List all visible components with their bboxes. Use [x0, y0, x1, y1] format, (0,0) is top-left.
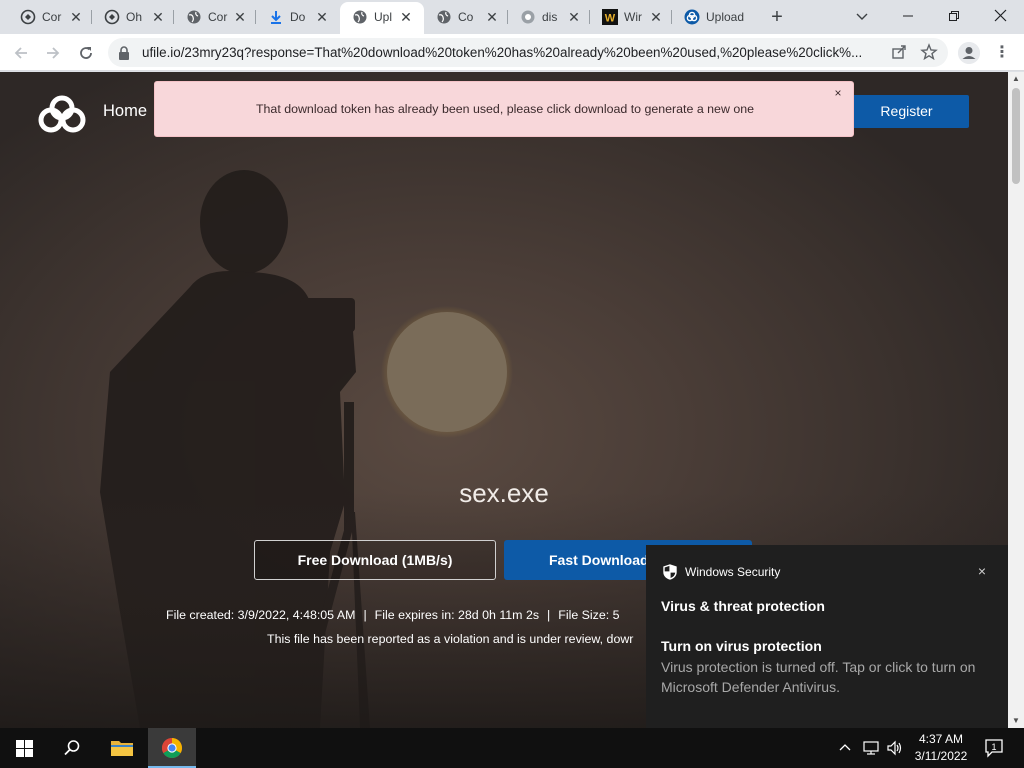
network-icon[interactable] — [862, 739, 880, 757]
close-window-icon[interactable] — [986, 4, 1014, 28]
download-icon — [268, 9, 284, 25]
windows-taskbar: 4:37 AM 3/11/2022 1 — [0, 728, 1024, 768]
folder-icon — [111, 741, 133, 756]
browser-tab[interactable]: Co ✕ — [424, 0, 508, 34]
volume-icon[interactable] — [886, 739, 904, 757]
tab-title: Wir — [624, 10, 642, 24]
share-icon[interactable] — [890, 43, 908, 61]
tab-title: dis — [542, 10, 558, 24]
back-arrow-icon[interactable] — [8, 40, 34, 66]
toast-body: Virus protection is turned off. Tap or c… — [661, 659, 976, 695]
browser-tab[interactable]: Cor ✕ — [8, 0, 92, 34]
tab-close-icon[interactable]: ✕ — [150, 9, 166, 25]
tab-close-icon[interactable]: ✕ — [484, 9, 500, 25]
clock-date: 3/11/2022 — [914, 749, 968, 763]
action-center-icon[interactable]: 1 — [984, 738, 1004, 758]
alert-message: That download token has already been use… — [255, 102, 755, 116]
app-icon — [20, 9, 36, 25]
toast-heading: Turn on virus protection — [661, 638, 822, 654]
tab-close-icon[interactable]: ✕ — [398, 9, 414, 25]
browser-tab[interactable]: Cor ✕ — [174, 0, 256, 34]
scroll-down-arrow-icon[interactable]: ▼ — [1008, 714, 1024, 728]
chrome-taskbar-button[interactable] — [148, 728, 196, 768]
ufile-icon — [684, 9, 700, 25]
tab-title: Do — [290, 10, 306, 24]
toast-app-name: Windows Security — [685, 565, 781, 579]
globe-icon — [436, 9, 452, 25]
file-explorer-button[interactable] — [98, 728, 146, 768]
menu-kebab-icon[interactable]: ⋮ — [994, 43, 1010, 63]
windows-logo-icon — [15, 739, 33, 757]
free-download-button[interactable]: Free Download (1MB/s) — [254, 540, 496, 580]
profile-avatar-icon[interactable] — [958, 42, 980, 64]
meta-separator: | — [547, 608, 551, 622]
toast-close-icon[interactable]: × — [975, 564, 989, 578]
ufile-logo-icon[interactable] — [38, 94, 86, 134]
reload-icon[interactable] — [73, 40, 99, 66]
file-meta: File created: 3/9/2022, 4:48:05 AM | File … — [166, 608, 620, 622]
tab-title: Upload — [706, 10, 745, 24]
error-alert: That download token has already been use… — [154, 81, 854, 137]
bookmark-star-icon[interactable] — [920, 43, 938, 61]
tab-strip: Cor ✕ Oh ✕ Cor ✕ Do ✕ Upl ✕ Co ✕ dis ✕ W… — [0, 0, 1024, 34]
browser-tab-active[interactable]: Upl ✕ — [340, 2, 424, 34]
register-button[interactable]: Register — [844, 95, 969, 128]
violation-notice: This file has been reported as a violati… — [267, 632, 634, 646]
clock-time: 4:37 AM — [918, 732, 964, 746]
scroll-up-arrow-icon[interactable]: ▲ — [1008, 72, 1024, 86]
chrome-icon — [162, 738, 182, 758]
tab-title: Cor — [208, 10, 228, 24]
tab-close-icon[interactable]: ✕ — [314, 9, 330, 25]
browser-tab[interactable]: Upload — [672, 0, 756, 34]
scrollbar-thumb[interactable] — [1012, 88, 1020, 184]
globe-icon — [520, 9, 536, 25]
system-clock[interactable]: 4:37 AM 3/11/2022 — [906, 731, 976, 765]
meta-separator: | — [363, 608, 367, 622]
address-bar[interactable]: ufile.io/23mry23q?response=That%20downlo… — [108, 38, 948, 67]
tab-close-icon[interactable]: ✕ — [68, 9, 84, 25]
tab-close-icon[interactable]: ✕ — [566, 9, 582, 25]
tab-search-icon[interactable] — [848, 4, 876, 28]
app-icon — [104, 9, 120, 25]
globe-icon — [352, 9, 368, 25]
toast-title: Virus & threat protection — [661, 598, 825, 614]
home-link[interactable]: Home — [103, 102, 147, 121]
restore-icon[interactable] — [940, 4, 968, 28]
new-tab-button[interactable]: + — [766, 6, 788, 28]
url-text[interactable]: ufile.io/23mry23q?response=That%20downlo… — [142, 45, 882, 60]
browser-toolbar: ufile.io/23mry23q?response=That%20downlo… — [0, 34, 1024, 71]
tab-close-icon[interactable]: ✕ — [232, 9, 248, 25]
browser-tab[interactable]: Oh ✕ — [92, 0, 174, 34]
tab-title: Oh — [126, 10, 143, 24]
browser-tab[interactable]: dis ✕ — [508, 0, 590, 34]
file-expires: File expires in: 28d 0h 11m 2s — [374, 608, 540, 622]
search-button[interactable] — [48, 728, 96, 768]
page-scrollbar[interactable]: ▲ ▼ — [1008, 72, 1024, 728]
minimize-icon[interactable] — [894, 4, 922, 28]
forward-arrow-icon[interactable] — [40, 40, 66, 66]
file-name: sex.exe — [459, 478, 549, 508]
globe-icon — [186, 9, 202, 25]
w-logo-icon: W — [602, 9, 618, 25]
tab-title: Upl — [374, 10, 393, 24]
browser-tab[interactable]: W Wir ✕ — [590, 0, 672, 34]
browser-tab[interactable]: Do ✕ — [256, 0, 338, 34]
windows-security-toast[interactable]: Windows Security × Virus & threat protec… — [646, 545, 1008, 728]
search-icon — [64, 740, 80, 756]
lock-icon[interactable] — [118, 46, 130, 60]
tray-overflow-chevron-icon[interactable] — [838, 739, 852, 757]
shield-icon — [662, 564, 678, 580]
svg-text:W: W — [605, 13, 616, 25]
file-size: File Size: 5 — [558, 608, 620, 622]
alert-close-icon[interactable]: × — [832, 87, 844, 99]
file-created: File created: 3/9/2022, 4:48:05 AM — [166, 608, 356, 622]
start-button[interactable] — [0, 728, 48, 768]
tab-title: Cor — [42, 10, 62, 24]
tab-title: Co — [458, 10, 474, 24]
tab-close-icon[interactable]: ✕ — [648, 9, 664, 25]
notification-count: 1 — [991, 742, 996, 752]
